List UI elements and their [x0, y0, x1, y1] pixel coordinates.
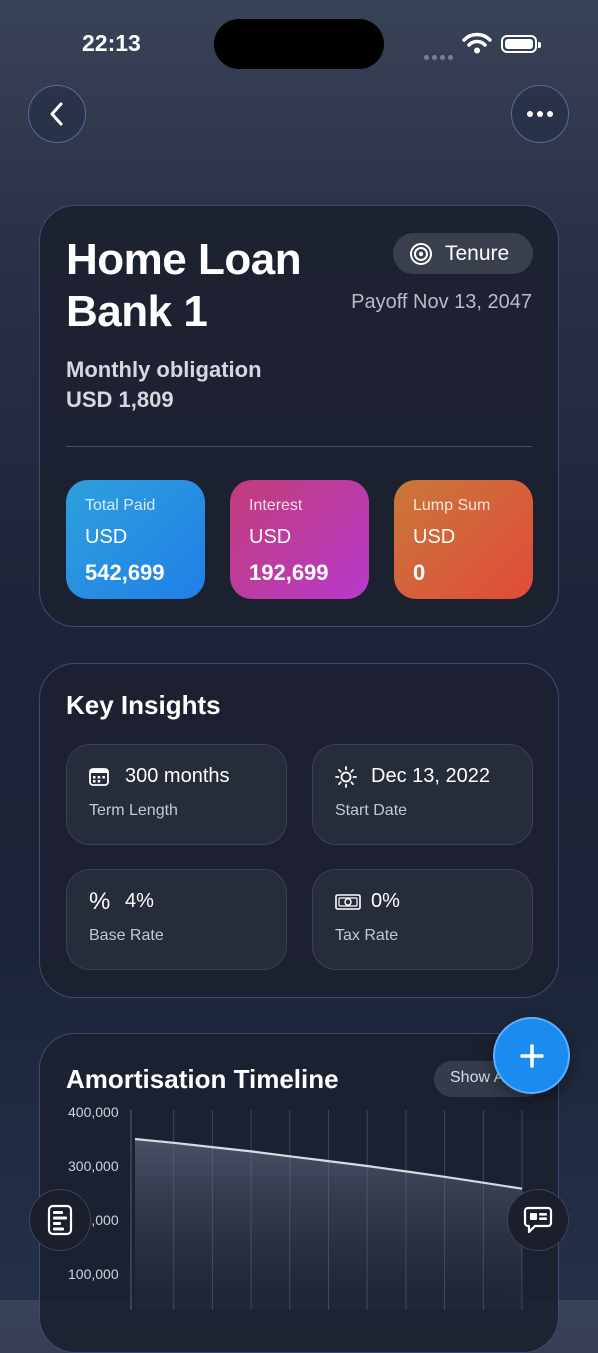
key-insights-title: Key Insights [66, 690, 221, 721]
y-tick-label: 100,000 [68, 1266, 119, 1282]
stat-total-paid: Total Paid USD 542,699 [66, 480, 205, 599]
insight-value: 300 months [125, 765, 230, 788]
insight-start-date: Dec 13, 2022 Start Date [312, 744, 533, 845]
plus-icon [519, 1043, 545, 1069]
insight-value: 4% [125, 890, 154, 913]
insight-tax-rate: 0% Tax Rate [312, 869, 533, 970]
report-button[interactable] [29, 1189, 91, 1251]
insight-value: 0% [371, 890, 400, 913]
stat-currency: USD [249, 526, 350, 549]
percent-icon: % [89, 891, 115, 913]
stat-currency: USD [85, 526, 186, 549]
insight-label: Tax Rate [335, 927, 510, 945]
divider [66, 446, 532, 447]
loan-title: Home Loan Bank 1 [66, 234, 301, 338]
y-tick-label: 400,000 [68, 1104, 119, 1120]
amortisation-chart [130, 1110, 535, 1310]
stat-label: Interest [249, 497, 350, 515]
banknote-icon [335, 891, 361, 913]
target-icon [409, 242, 433, 266]
loan-title-line1: Home Loan [66, 234, 301, 286]
obligation-label: Monthly obligation [66, 357, 262, 383]
insight-label: Base Rate [89, 927, 264, 945]
stat-label: Lump Sum [413, 497, 514, 515]
document-icon [47, 1204, 73, 1236]
dynamic-island [214, 19, 384, 69]
obligation-value: USD 1,809 [66, 387, 174, 413]
y-tick-label: 300,000 [68, 1158, 119, 1174]
stat-value: 542,699 [85, 560, 186, 586]
chat-bubble-icon [523, 1206, 553, 1234]
stat-currency: USD [413, 526, 514, 549]
status-time: 22:13 [82, 30, 141, 57]
tenure-label: Tenure [445, 242, 509, 266]
stat-value: 192,699 [249, 560, 350, 586]
insight-label: Start Date [335, 802, 510, 820]
wifi-icon [462, 32, 492, 54]
chat-button[interactable] [507, 1189, 569, 1251]
chevron-left-icon [46, 101, 68, 127]
insight-value: Dec 13, 2022 [371, 765, 490, 788]
tenure-chip[interactable]: Tenure [393, 233, 533, 274]
stat-interest: Interest USD 192,699 [230, 480, 369, 599]
battery-icon [501, 35, 537, 53]
loan-title-line2: Bank 1 [66, 286, 301, 338]
sun-icon [335, 766, 361, 788]
cellular-signal-icon [424, 47, 456, 65]
insight-term-length: 300 months Term Length [66, 744, 287, 845]
insight-label: Term Length [89, 802, 264, 820]
add-button[interactable] [493, 1017, 570, 1094]
calendar-icon [89, 766, 115, 788]
back-button[interactable] [28, 85, 86, 143]
payoff-date: Payoff Nov 13, 2047 [351, 291, 532, 314]
amortisation-title: Amortisation Timeline [66, 1064, 339, 1095]
ellipsis-icon [526, 110, 554, 118]
stat-label: Total Paid [85, 497, 186, 515]
stat-lump-sum: Lump Sum USD 0 [394, 480, 533, 599]
stat-value: 0 [413, 560, 514, 586]
more-options-button[interactable] [511, 85, 569, 143]
insight-base-rate: % 4% Base Rate [66, 869, 287, 970]
